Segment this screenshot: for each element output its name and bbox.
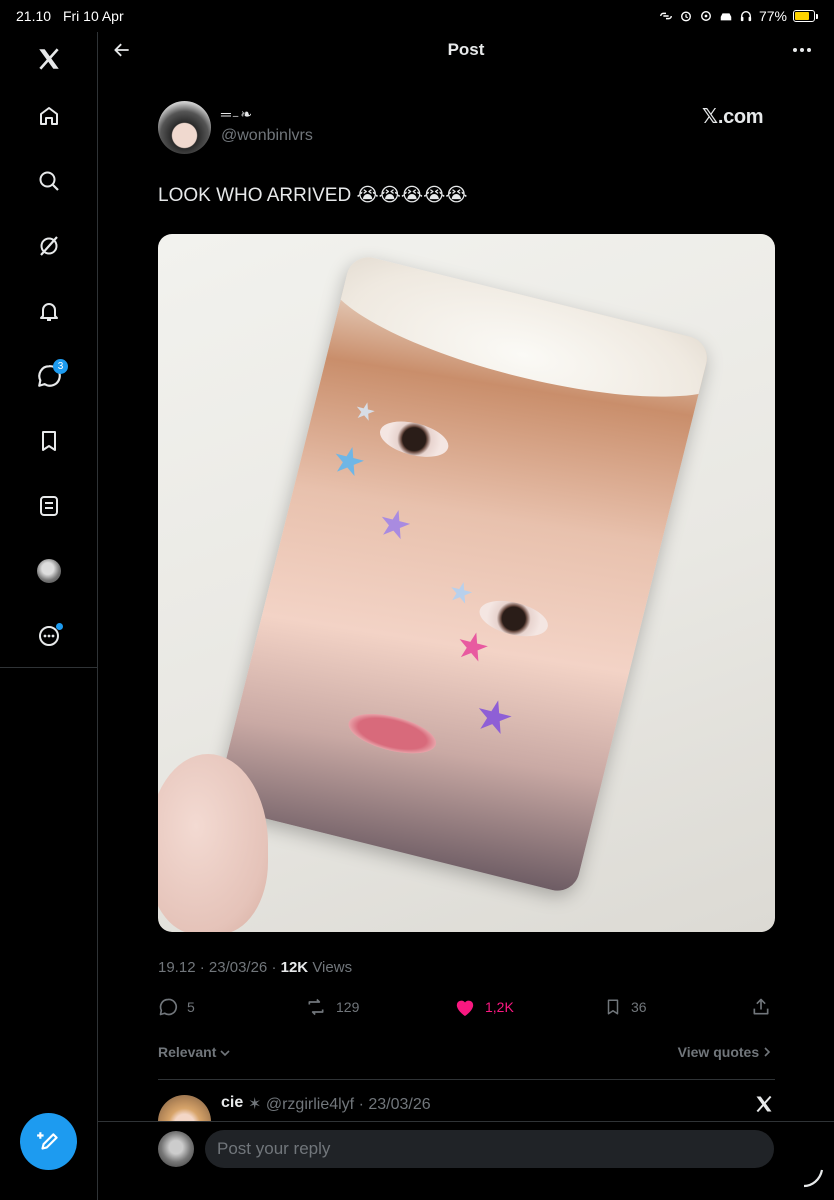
chevron-right-icon <box>764 1047 771 1057</box>
x-logo-icon[interactable] <box>29 39 69 79</box>
repost-icon <box>308 998 324 1016</box>
status-date: Fri 10 Apr <box>62 8 124 24</box>
grok-icon[interactable] <box>29 226 69 266</box>
home-icon[interactable] <box>29 96 69 136</box>
section-divider <box>158 1079 775 1080</box>
source-link[interactable]: 𝕏.com <box>702 104 764 129</box>
sort-label: Relevant <box>158 1044 217 1060</box>
status-time: 21.10 <box>16 8 52 24</box>
author-display-name[interactable]: ═₋❧ <box>221 106 253 123</box>
page-title: Post <box>447 40 485 59</box>
battery-percent: 77% <box>758 8 787 24</box>
post-date[interactable]: 23/03/26 <box>209 959 267 976</box>
ellipsis-icon <box>793 48 811 52</box>
current-user-avatar[interactable] <box>158 1131 194 1167</box>
compose-icon <box>36 1131 58 1150</box>
like-button[interactable]: 1,2K <box>454 995 514 1019</box>
views-count: 12K <box>280 959 309 976</box>
reply-input[interactable] <box>205 1130 774 1168</box>
status-bar: 21.10 Fri 10 Apr 77% <box>0 0 834 32</box>
views-label: Views <box>308 959 353 976</box>
car-icon <box>720 13 732 21</box>
battery-icon <box>793 10 818 22</box>
messages-icon[interactable]: 3 <box>29 356 69 396</box>
bell-icon[interactable] <box>29 291 69 331</box>
reply-button[interactable]: 5 <box>158 995 195 1019</box>
battery-level <box>795 12 809 20</box>
resize-handle-icon <box>803 1169 824 1188</box>
reply-author-meta: ✶ @rzgirlie4lyf · 23/03/26 <box>248 1096 431 1113</box>
post-actions: 5 129 1,2K 36 <box>158 995 775 1019</box>
headphones-icon <box>740 11 752 22</box>
share-button[interactable] <box>751 995 771 1019</box>
messages-badge: 3 <box>53 359 68 374</box>
post-text: LOOK WHO ARRIVED 😭😭😭😭😭 <box>158 185 468 206</box>
bookmark-icon[interactable] <box>29 421 69 461</box>
reply-author-name[interactable]: cie <box>221 1094 243 1112</box>
post-time[interactable]: 19.12 <box>158 959 196 976</box>
heart-filled-icon <box>456 1000 474 1017</box>
chevron-down-icon <box>220 1050 230 1057</box>
photocard-image: ★ ★ ★ ★ ★ ★ <box>214 252 712 896</box>
more-notification-dot <box>56 623 63 630</box>
sidebar: 3 <box>0 32 98 1200</box>
reply-author-badge: ✶ <box>248 1096 262 1113</box>
more-circle-icon[interactable] <box>29 616 69 656</box>
bookmark-button[interactable]: 36 <box>604 995 647 1019</box>
post-meta: 19.12 · 23/03/26 · 12K Views <box>158 959 353 976</box>
bookmark-count: 36 <box>631 999 647 1015</box>
lists-icon[interactable] <box>29 486 69 526</box>
sort-dropdown[interactable]: Relevant <box>158 1044 230 1060</box>
more-options-button[interactable] <box>790 38 814 62</box>
author-avatar[interactable] <box>158 101 211 154</box>
bookmark-outline-icon <box>607 999 619 1015</box>
like-count: 1,2K <box>485 999 514 1015</box>
reply-icon <box>159 998 178 1016</box>
post-header: Post <box>98 32 834 68</box>
reply-composer <box>98 1121 834 1200</box>
replies-sort-row: Relevant View quotes <box>158 1044 775 1064</box>
profile-avatar[interactable] <box>29 551 69 591</box>
sidebar-divider <box>0 667 98 668</box>
link-icon <box>660 12 672 20</box>
search-icon[interactable] <box>29 161 69 201</box>
sync-icon <box>700 11 711 21</box>
x-logo-icon <box>756 1095 772 1113</box>
repost-count: 129 <box>336 999 360 1015</box>
author-handle[interactable]: @wonbinlvrs <box>221 127 313 145</box>
alarm-icon <box>680 11 691 22</box>
post-image[interactable]: ★ ★ ★ ★ ★ ★ <box>158 234 775 932</box>
reply-author-handle[interactable]: @rzgirlie4lyf <box>266 1096 354 1113</box>
reply-date[interactable]: 23/03/26 <box>368 1096 430 1113</box>
view-quotes-link[interactable]: View quotes <box>678 1044 771 1060</box>
reply-count: 5 <box>187 999 195 1015</box>
share-icon <box>753 998 769 1015</box>
repost-button[interactable]: 129 <box>305 995 359 1019</box>
view-quotes-label: View quotes <box>677 1044 760 1060</box>
compose-button[interactable] <box>20 1113 77 1170</box>
